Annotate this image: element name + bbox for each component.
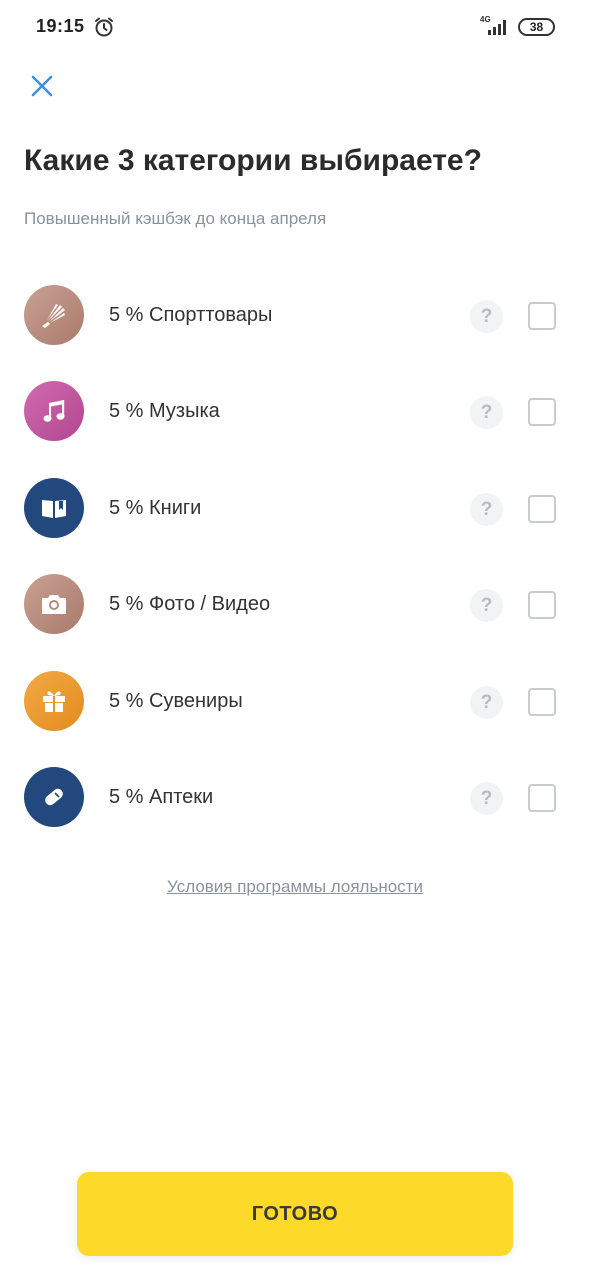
book-icon bbox=[42, 499, 66, 518]
category-label: 5 % Книги bbox=[109, 496, 202, 519]
category-checkbox[interactable] bbox=[528, 783, 556, 812]
music-category-icon bbox=[24, 381, 84, 442]
category-list: 5 % Спорттовары ? 5 % Музыка ? 5 % Книги… bbox=[0, 268, 590, 846]
sport-category-icon bbox=[24, 285, 84, 345]
category-label: 5 % Аптеки bbox=[109, 785, 214, 808]
battery-indicator: 38 bbox=[518, 18, 555, 36]
category-label: 5 % Музыка bbox=[109, 400, 220, 423]
page-title: Какие 3 категории выбираете? bbox=[24, 144, 482, 177]
category-row-pharmacy[interactable]: 5 % Аптеки ? bbox=[0, 750, 590, 846]
category-row-photo-video[interactable]: 5 % Фото / Видео ? bbox=[0, 557, 590, 653]
category-row-souvenirs[interactable]: 5 % Сувениры ? bbox=[0, 654, 590, 750]
status-time: 19:15 bbox=[36, 16, 85, 36]
help-button[interactable]: ? bbox=[470, 685, 503, 719]
badminton-shuttlecock-icon bbox=[42, 304, 65, 328]
page-subtitle: Повышенный кэшбэк до конца апреля bbox=[24, 209, 327, 228]
category-label: 5 % Сувениры bbox=[109, 689, 243, 712]
close-button[interactable] bbox=[24, 68, 60, 104]
help-button[interactable]: ? bbox=[470, 492, 503, 526]
help-button[interactable]: ? bbox=[470, 396, 503, 430]
camera-icon bbox=[42, 595, 66, 615]
music-note-icon bbox=[43, 400, 65, 423]
category-row-music[interactable]: 5 % Музыка ? bbox=[0, 364, 590, 460]
category-row-books[interactable]: 5 % Книги ? bbox=[0, 461, 590, 557]
category-label: 5 % Спорттовары bbox=[109, 304, 273, 326]
signal-indicator: 4G bbox=[477, 15, 511, 36]
category-checkbox[interactable] bbox=[528, 591, 556, 620]
loyalty-terms-link[interactable]: Условия программы лояльности bbox=[0, 877, 590, 897]
close-icon bbox=[31, 75, 53, 97]
category-row-sport[interactable]: 5 % Спорттовары ? bbox=[0, 268, 590, 364]
help-button[interactable]: ? bbox=[470, 589, 503, 623]
category-checkbox[interactable] bbox=[528, 398, 556, 427]
photo-video-category-icon bbox=[24, 574, 84, 635]
pharmacy-category-icon bbox=[24, 766, 84, 827]
done-button[interactable]: ГОТОВО bbox=[77, 1172, 513, 1256]
status-bar: 19:15 4G 38 bbox=[0, 0, 590, 56]
category-checkbox[interactable] bbox=[528, 687, 556, 716]
pill-icon bbox=[45, 788, 63, 806]
signal-bars-icon bbox=[488, 20, 506, 35]
help-button[interactable]: ? bbox=[470, 781, 503, 815]
help-button[interactable]: ? bbox=[470, 300, 503, 333]
category-checkbox[interactable] bbox=[528, 302, 556, 330]
books-category-icon bbox=[24, 477, 84, 538]
category-label: 5 % Фото / Видео bbox=[109, 593, 271, 616]
alarm-clock-icon bbox=[93, 16, 115, 38]
category-checkbox[interactable] bbox=[528, 494, 556, 523]
souvenirs-category-icon bbox=[24, 670, 84, 731]
gift-icon bbox=[43, 690, 65, 712]
